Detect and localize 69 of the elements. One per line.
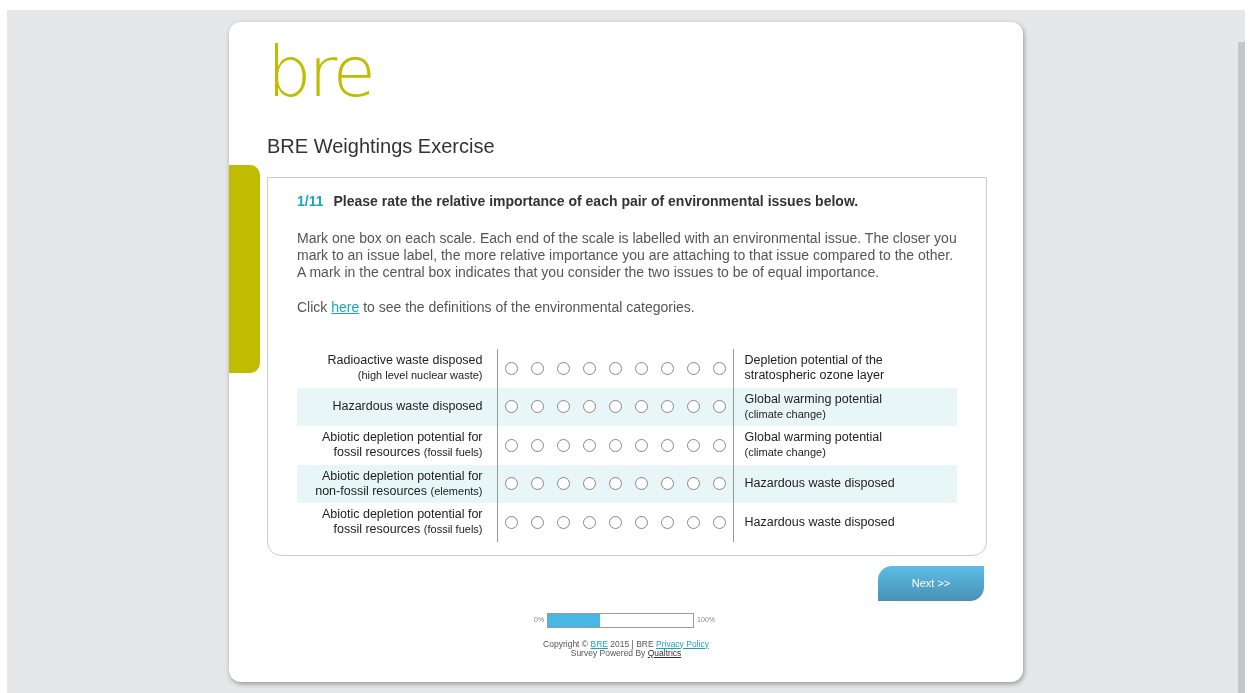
radio-button[interactable] xyxy=(556,515,570,529)
question-number: 1/11 xyxy=(297,192,324,211)
radio-button[interactable] xyxy=(634,400,648,414)
qualtrics-link[interactable]: Qualtrics xyxy=(647,647,682,658)
radio-button[interactable] xyxy=(504,438,518,452)
right-issue-label: Global warming potential (climate change) xyxy=(733,387,957,426)
radio-button[interactable] xyxy=(504,515,518,529)
radio-button[interactable] xyxy=(712,438,726,452)
radio-button[interactable] xyxy=(608,361,622,375)
radio-button[interactable] xyxy=(712,515,726,529)
left-issue-label: Abiotic depletion potential for fossil resources (fossil fuels) xyxy=(297,426,497,465)
privacy-policy-link[interactable]: Privacy Policy xyxy=(656,638,709,649)
right-issue-label: Depletion potential of the stratospheric ozone layer xyxy=(733,349,957,388)
next-button[interactable]: Next >> xyxy=(878,565,984,601)
radio-button[interactable] xyxy=(504,361,518,375)
copyright-text: Copyright © xyxy=(543,638,589,649)
radio-button[interactable] xyxy=(556,477,570,491)
radio-button[interactable] xyxy=(686,438,700,452)
radio-button[interactable] xyxy=(556,400,570,414)
radio-button[interactable] xyxy=(504,400,518,414)
definitions-text: Click here to see the definitions of the environmental categories. xyxy=(297,299,696,316)
radio-button[interactable] xyxy=(660,361,674,375)
radio-button[interactable] xyxy=(634,438,648,452)
radio-button[interactable] xyxy=(582,515,596,529)
radio-button[interactable] xyxy=(608,438,622,452)
left-issue-label: Radioactive waste disposed (high level nuclear waste) xyxy=(297,349,497,388)
right-issue-label: Global warming potential (climate change) xyxy=(733,426,957,465)
left-issue-label: Abiotic depletion potential for non-fossil resources (elements) xyxy=(297,464,497,503)
radio-button[interactable] xyxy=(608,515,622,529)
radio-button[interactable] xyxy=(556,438,570,452)
radio-button[interactable] xyxy=(530,438,544,452)
radio-button[interactable] xyxy=(634,515,648,529)
radio-button[interactable] xyxy=(582,361,596,375)
left-issue-label: Hazardous waste disposed xyxy=(297,387,497,426)
radio-button[interactable] xyxy=(608,477,622,491)
radio-button[interactable] xyxy=(582,400,596,414)
question-heading: Please rate the relative importance of each pair of environmental issues below. xyxy=(333,192,859,211)
radio-button[interactable] xyxy=(582,477,596,491)
radio-button[interactable] xyxy=(530,400,544,414)
radio-button[interactable] xyxy=(712,361,726,375)
radio-button[interactable] xyxy=(608,400,622,414)
radio-button[interactable] xyxy=(634,477,648,491)
copyright-year: 2015 | BRE xyxy=(610,638,654,649)
radio-button[interactable] xyxy=(634,361,648,375)
radio-button[interactable] xyxy=(712,400,726,414)
radio-button[interactable] xyxy=(660,400,674,414)
radio-button[interactable] xyxy=(530,361,544,375)
definitions-link[interactable]: here xyxy=(331,299,360,315)
radio-button[interactable] xyxy=(660,438,674,452)
radio-button[interactable] xyxy=(660,477,674,491)
radio-button[interactable] xyxy=(712,477,726,491)
radio-button[interactable] xyxy=(582,438,596,452)
radio-button[interactable] xyxy=(686,400,700,414)
radio-button[interactable] xyxy=(504,477,518,491)
radio-button[interactable] xyxy=(686,477,700,491)
page-title: BRE Weightings Exercise xyxy=(267,134,496,159)
left-issue-label: Abiotic depletion potential for fossil resources (fossil fuels) xyxy=(297,503,497,542)
radio-button[interactable] xyxy=(686,361,700,375)
brand-link[interactable]: BRE xyxy=(590,638,608,649)
powered-by-text: Survey Powered By xyxy=(570,647,647,658)
radio-button[interactable] xyxy=(686,515,700,529)
radio-button[interactable] xyxy=(556,361,570,375)
radio-button[interactable] xyxy=(660,515,674,529)
logo: bre xyxy=(267,42,373,102)
radio-button[interactable] xyxy=(530,515,544,529)
radio-button[interactable] xyxy=(530,477,544,491)
instructions-text: Mark one box on each scale. Each end of the scale is labelled with an environmental issue. The closer you mark to an issue label, the more relative importance you are attaching to that issue compared to the other. A mark in the central box indicates that you consider the two issues to be of equal importance. xyxy=(297,230,957,281)
right-issue-label: Hazardous waste disposed xyxy=(733,464,957,503)
right-issue-label: Hazardous waste disposed xyxy=(733,503,957,542)
